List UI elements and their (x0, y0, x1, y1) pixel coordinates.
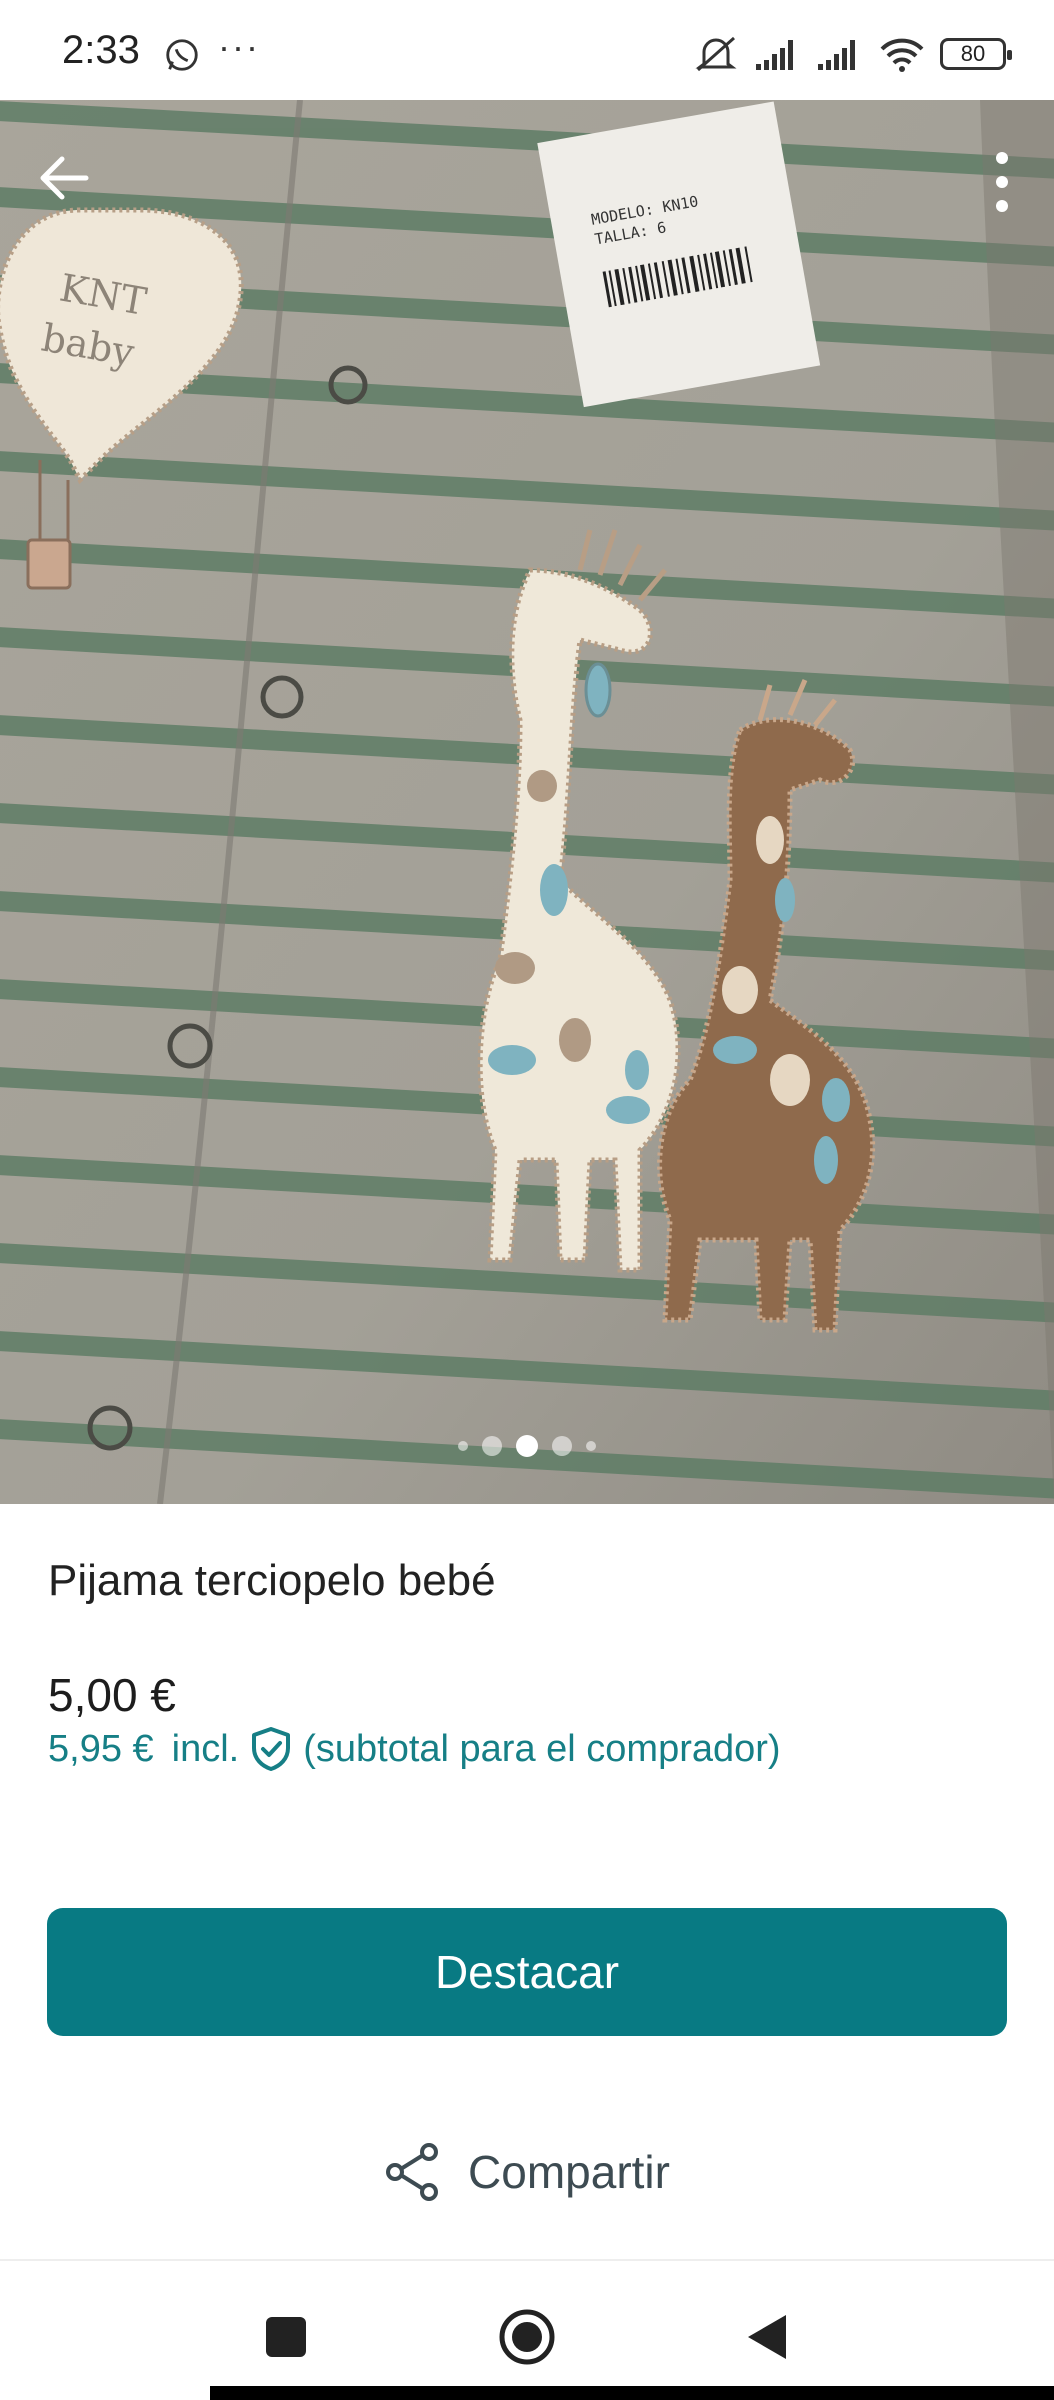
status-time: 2:33 (62, 28, 140, 72)
shield-check-icon[interactable] (249, 1726, 293, 1772)
carousel-dot-active[interactable] (516, 1435, 538, 1457)
signal-icon (756, 40, 793, 70)
wifi-icon (880, 38, 924, 72)
feature-button[interactable]: Destacar (47, 1908, 1007, 2036)
share-icon (386, 2143, 439, 2201)
mute-icon (695, 36, 737, 72)
battery-icon: 80 (940, 38, 1012, 70)
battery-level: 80 (960, 41, 986, 66)
buyer-subtotal: 5,95 € incl. (subtotal para el comprador… (48, 1726, 781, 1772)
buyer-price: 5,95 € (48, 1727, 154, 1770)
back-arrow-icon[interactable] (36, 150, 92, 206)
status-bar: 2:33 ··· 80 (0, 0, 1054, 100)
carousel-dot[interactable] (482, 1436, 502, 1456)
carousel-indicator (0, 1435, 1054, 1457)
product-title: Pijama terciopelo bebé (48, 1556, 496, 1605)
app-screen: 2:33 ··· 80 MODELO: KN10 TALLA: 6 KNT ba… (0, 0, 1054, 2400)
product-photo: MODELO: KN10 TALLA: 6 KNT baby (0, 100, 1054, 1504)
more-vertical-icon[interactable] (990, 150, 1014, 214)
home-indicator (210, 2386, 1054, 2400)
product-photo-carousel[interactable]: MODELO: KN10 TALLA: 6 KNT baby (0, 100, 1054, 1504)
share-button[interactable]: Compartir (0, 2132, 1054, 2212)
home-icon[interactable] (495, 2305, 559, 2369)
buyer-note: (subtotal para el comprador) (303, 1727, 781, 1770)
product-price: 5,00 € (48, 1669, 176, 1721)
system-navigation-bar (0, 2261, 1054, 2400)
buyer-incl: incl. (171, 1727, 240, 1770)
signal-icon (818, 40, 855, 70)
carousel-dot[interactable] (586, 1441, 596, 1451)
back-triangle-icon[interactable] (736, 2305, 800, 2369)
recent-apps-icon[interactable] (254, 2305, 318, 2369)
carousel-dot[interactable] (552, 1436, 572, 1456)
status-icons: 80 (692, 34, 1012, 74)
carousel-dot[interactable] (458, 1441, 468, 1451)
whatsapp-icon (166, 39, 198, 71)
more-notifications-icon: ··· (218, 26, 260, 67)
share-label: Compartir (468, 2146, 670, 2198)
